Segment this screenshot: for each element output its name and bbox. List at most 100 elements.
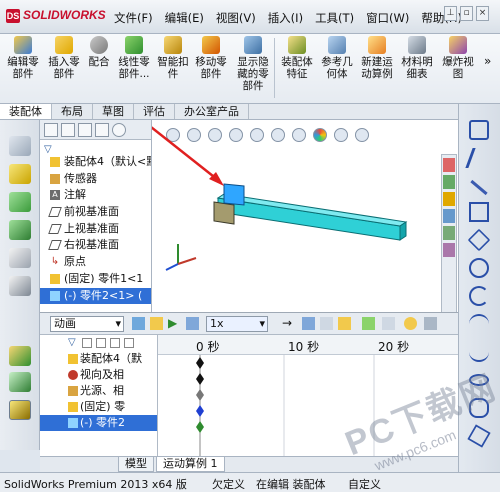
new-motion-study-button[interactable]: 新建运 动算例 (358, 36, 396, 80)
tab-office-products[interactable]: 办公室产品 (175, 104, 249, 119)
filter-icon[interactable]: ▽ (40, 140, 151, 155)
playback-mode-icon[interactable]: → (282, 317, 295, 330)
fillet-icon[interactable] (9, 276, 31, 296)
key-point[interactable] (196, 373, 204, 385)
motion-tree-assembly[interactable]: 装配体4（默 (40, 351, 157, 367)
tab-assembly[interactable]: 装配体 (0, 104, 52, 119)
line-icon[interactable] (470, 179, 488, 196)
close-icon[interactable]: × (476, 6, 489, 21)
config-tab-icon[interactable] (78, 122, 92, 137)
tree-item-front-plane[interactable]: 前视基准面 (40, 204, 151, 221)
save-animation-icon[interactable] (302, 317, 315, 330)
design-library-tab-icon[interactable] (443, 175, 455, 189)
tab-evaluate[interactable]: 评估 (134, 104, 175, 119)
shell-icon[interactable] (9, 248, 31, 268)
menu-file[interactable]: 文件(F) (108, 9, 159, 27)
rectangle-icon[interactable] (469, 202, 489, 222)
tab-motion-study-1[interactable]: 运动算例 1 (156, 457, 225, 472)
arc-3pt-icon[interactable] (469, 314, 489, 334)
arc-icon[interactable] (469, 286, 489, 306)
hexagon-icon[interactable] (467, 424, 491, 448)
sketch-tool-icon[interactable] (9, 346, 31, 366)
smart-fastener-button[interactable]: 智能扣 件 (156, 36, 190, 80)
units-status[interactable]: 自定义 (348, 476, 381, 492)
filter-selected-icon[interactable] (110, 338, 120, 348)
spline-icon[interactable] (469, 342, 489, 362)
tab-sketch[interactable]: 草图 (93, 104, 134, 119)
linear-pattern-button[interactable]: 线性零 部件... (114, 36, 154, 80)
revolve-icon[interactable] (9, 220, 31, 240)
tab-model[interactable]: 模型 (118, 457, 154, 472)
solidworks-logo[interactable]: DS SOLIDWORKS (6, 8, 106, 23)
tree-item-top-plane[interactable]: 上视基准面 (40, 221, 151, 238)
sketch-icon[interactable] (469, 120, 489, 140)
assembly-feature-button[interactable]: 装配体 特征 (278, 36, 316, 80)
play-from-start-icon[interactable] (150, 317, 163, 330)
menu-edit[interactable]: 编辑(E) (159, 9, 210, 27)
study-type-select[interactable]: 动画 ▾ (50, 316, 124, 332)
spring-icon[interactable] (424, 317, 437, 330)
reference-geometry-button[interactable]: 参考几 何体 (318, 36, 356, 80)
motion-tree-view-orientation[interactable]: 视向及相 (40, 367, 157, 383)
tab-layout[interactable]: 布局 (52, 104, 93, 119)
edit-component-button[interactable]: 编辑零 部件 (4, 36, 42, 80)
autokey-icon[interactable] (338, 317, 351, 330)
restore-icon[interactable]: ▫ (460, 6, 473, 21)
filter-icon[interactable]: ▽ (68, 337, 76, 348)
ribbon-more-icon[interactable]: » (484, 54, 491, 68)
part1-body[interactable] (213, 201, 235, 225)
pin-icon[interactable]: ⊥ (444, 6, 457, 21)
tree-item-annotations[interactable]: A 注解 (40, 187, 151, 204)
key-point[interactable] (196, 389, 204, 401)
custom-properties-tab-icon[interactable] (443, 243, 455, 257)
filter-driving-icon[interactable] (96, 338, 106, 348)
insert-component-button[interactable]: 插入零 部件 (44, 36, 84, 80)
animation-wizard-icon[interactable] (320, 317, 333, 330)
key-point[interactable] (196, 357, 204, 369)
exploded-view-button[interactable]: 爆炸视 图 (440, 36, 476, 80)
appearances-tab-icon[interactable] (443, 226, 455, 240)
play-icon[interactable]: ▶ (168, 317, 181, 330)
bom-button[interactable]: 材料明 细表 (398, 36, 436, 80)
menu-insert[interactable]: 插入(I) (262, 9, 309, 27)
motion-tree-part2[interactable]: (-) 零件2 (40, 415, 157, 431)
circle-icon[interactable] (469, 258, 489, 278)
tree-item-assembly[interactable]: 装配体4（默认<默 (40, 154, 151, 171)
tree-item-right-plane[interactable]: 右视基准面 (40, 237, 151, 254)
selected-face[interactable] (223, 183, 245, 206)
calculate-icon[interactable] (132, 317, 145, 330)
view-palette-tab-icon[interactable] (443, 209, 455, 223)
polygon-icon[interactable] (467, 228, 491, 252)
tree-item-origin[interactable]: ↳ 原点 (40, 254, 151, 271)
spline-icon[interactable] (9, 372, 31, 392)
resources-tab-icon[interactable] (443, 158, 455, 172)
add-key-icon[interactable] (362, 317, 375, 330)
motion-tree-part1[interactable]: (固定) 零 (40, 399, 157, 415)
file-explorer-tab-icon[interactable] (443, 192, 455, 206)
dim-expert-tab-icon[interactable] (95, 122, 109, 137)
menu-tools[interactable]: 工具(T) (309, 9, 360, 27)
move-component-button[interactable]: 移动零 部件 (192, 36, 230, 80)
menu-window[interactable]: 窗口(W) (360, 9, 415, 27)
motor-icon[interactable] (404, 317, 417, 330)
key-point[interactable] (196, 405, 204, 417)
filter-animated-icon[interactable] (82, 338, 92, 348)
filter-results-icon[interactable] (124, 338, 134, 348)
part-icon[interactable] (9, 164, 31, 184)
extrude-icon[interactable] (9, 192, 31, 212)
menu-view[interactable]: 视图(V) (210, 9, 262, 27)
feature-tree-tab-icon[interactable] (44, 122, 58, 137)
display-tab-icon[interactable] (112, 122, 126, 137)
stop-icon[interactable] (186, 317, 199, 330)
graphics-area[interactable] (152, 120, 458, 312)
tree-item-part1[interactable]: (固定) 零件1<1 (40, 271, 151, 288)
playback-speed-select[interactable]: 1x ▾ (206, 316, 268, 332)
motion-tree-lights[interactable]: 光源、相 (40, 383, 157, 399)
key-point[interactable] (196, 421, 204, 433)
motion-settings-icon[interactable] (382, 317, 395, 330)
measure-icon[interactable] (9, 400, 31, 420)
tree-item-sensors[interactable]: 传感器 (40, 171, 151, 188)
mate-button[interactable]: 配合 (86, 36, 112, 68)
property-tab-icon[interactable] (61, 122, 75, 137)
show-hidden-button[interactable]: 显示隐 藏的零 部件 (234, 36, 272, 92)
